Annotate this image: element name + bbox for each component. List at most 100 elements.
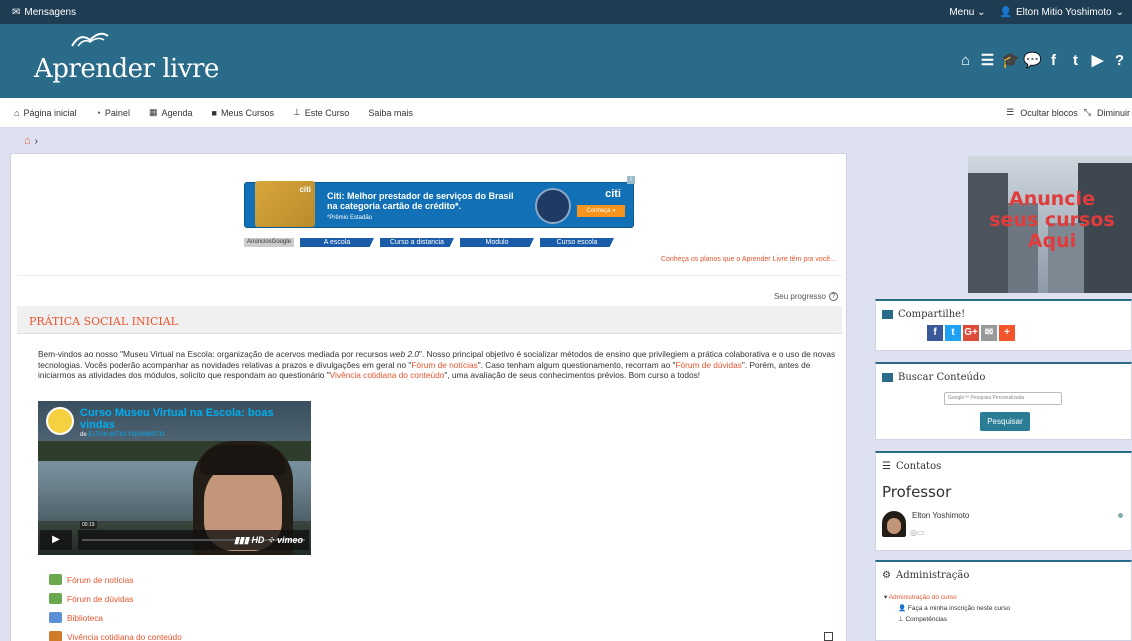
search-block-icon (882, 373, 893, 382)
list-item[interactable]: Vivência cotidiana do conteúdo (49, 631, 182, 641)
enrol-link[interactable]: Faça a minha inscrição neste curso (908, 605, 1010, 612)
list-item[interactable]: Fórum de dúvidas (49, 593, 182, 604)
ad-link-tab[interactable]: Modulo (460, 238, 535, 247)
vimeo-brand[interactable]: ▮▮▮ HD ⁘ vimeo (234, 535, 303, 546)
help-icon[interactable]: ? (1111, 52, 1128, 69)
share-icon (882, 310, 893, 319)
section-header: PRÁTICA SOCIAL INICIAL (17, 306, 842, 334)
site-header: Aprender livre ⌂ ☰ 🎓 💬 f t ▶ ? (0, 24, 1132, 98)
contact-actions-icon[interactable]: ◎▭ (910, 528, 925, 537)
shrink-link[interactable]: Diminuir (1097, 108, 1130, 118)
main-content: citi Citi: Melhor prestador de serviços … (10, 153, 847, 641)
messages-link[interactable]: ✉ Mensagens (12, 7, 76, 18)
competencies-link[interactable]: Competências (905, 616, 947, 623)
advertise-banner[interactable]: Anuncie seus cursos Aqui (968, 156, 1132, 293)
menu-icon: ☰ (882, 461, 891, 472)
google-plus-icon[interactable]: G+ (963, 325, 979, 341)
volume-icon: ▮▮▮ (234, 535, 249, 545)
shrink-icon: ⤡ (1083, 107, 1091, 117)
video-controls: ▶ 00:19 ▮▮▮ HD ⁘ vimeo (40, 521, 309, 551)
block-header: Buscar Conteúdo (876, 364, 1131, 387)
twitter-icon[interactable]: t (945, 325, 961, 341)
calendar-icon: ▦ (148, 107, 158, 117)
avatar[interactable] (882, 511, 906, 537)
search-button[interactable]: Pesquisar (980, 412, 1030, 431)
hide-blocks-icon: ☰ (1006, 107, 1015, 117)
ad-link-tab[interactable]: A escola (300, 238, 375, 247)
ad-block: citi Citi: Melhor prestador de serviços … (17, 162, 842, 276)
credit-card-image: citi (255, 181, 315, 227)
user-menu[interactable]: 👤 Elton Mitio Yoshimoto ⌄ (1000, 7, 1124, 18)
list-item[interactable]: Fórum de notícias (49, 574, 182, 585)
ad-info-icon[interactable]: i (627, 176, 635, 184)
sitemap-icon: ⊥ (292, 107, 301, 117)
google-ad-links: AnúnciosGoogle A escola Curso a distanci… (244, 238, 615, 247)
facebook-icon[interactable]: f (1045, 52, 1062, 69)
video-title[interactable]: Curso Museu Virtual na Escola: boas vind… (80, 407, 305, 431)
envelope-icon: ✉ (12, 6, 21, 18)
citi-ad-banner[interactable]: citi Citi: Melhor prestador de serviços … (244, 176, 635, 228)
forum-questions-link[interactable]: Fórum de dúvidas (675, 360, 741, 370)
nav-learn-more[interactable]: Saiba mais (368, 107, 413, 118)
video-player[interactable]: Curso Museu Virtual na Escola: boas vind… (38, 401, 311, 555)
google-ads-label: AnúnciosGoogle (244, 238, 295, 247)
plans-link[interactable]: Conheça os planos que o Aprender Livre t… (661, 256, 836, 263)
forum-icon (49, 593, 62, 604)
book-wing-icon (71, 32, 109, 47)
search-input[interactable]: Google™ Pesquisa Personalizada (944, 392, 1062, 405)
contact-role: Professor (882, 483, 952, 501)
list-icon[interactable]: ☰ (979, 52, 996, 69)
channel-avatar[interactable] (46, 407, 74, 435)
user-name: Elton Mitio Yoshimoto (1015, 6, 1112, 18)
youtube-icon[interactable]: ▶ (1089, 52, 1106, 69)
chevron-down-icon: ⌄ (1115, 6, 1124, 18)
messages-label: Mensagens (24, 6, 77, 18)
home-icon[interactable]: ⌂ (957, 52, 974, 69)
nav-my-courses[interactable]: ■ Meus Cursos (212, 107, 274, 118)
graduation-icon[interactable]: 🎓 (1001, 52, 1020, 69)
nav-dashboard[interactable]: ◔ Painel (95, 107, 129, 118)
block-header: Compartilhe! (876, 301, 1131, 324)
contacts-block: ☰ Contatos Professor Elton Yoshimoto ◎▭ (875, 451, 1132, 551)
award-seal-icon (535, 188, 571, 224)
logo-text: Aprender livre (34, 54, 219, 84)
top-bar: ✉ Mensagens Menu ⌄ 👤 Elton Mitio Yoshimo… (0, 0, 1132, 24)
breadcrumb-separator: › (34, 135, 38, 147)
email-icon[interactable]: ✉ (981, 325, 997, 341)
course-admin-link[interactable]: Administração do curso (889, 594, 957, 601)
forum-news-link[interactable]: Fórum de notícias (411, 360, 477, 370)
forum-icon (49, 574, 62, 585)
nav-home[interactable]: ⌂ Página inicial (14, 107, 76, 118)
search-block: Buscar Conteúdo Google™ Pesquisa Persona… (875, 362, 1132, 440)
admin-block: ⚙ Administração ▾ Administração do curso … (875, 560, 1132, 641)
completion-checkbox[interactable] (824, 632, 833, 641)
home-icon[interactable]: ⌂ (24, 135, 31, 147)
nav-bar: ⌂ Página inicial ◔ Painel ▦ Agenda ■ Meus Cu… (0, 98, 1132, 128)
ad-link-tab[interactable]: Curso escola (540, 238, 615, 247)
ad-link-tab[interactable]: Curso a distancia (380, 238, 455, 247)
contact-name[interactable]: Elton Yoshimoto (912, 511, 969, 520)
facebook-icon[interactable]: f (927, 325, 943, 341)
video-progress-bar[interactable]: 00:19 ▮▮▮ HD ⁘ vimeo (78, 521, 309, 550)
chat-icon[interactable]: 💬 (1023, 52, 1042, 69)
nav-calendar[interactable]: ▦ Agenda (149, 107, 193, 118)
video-time: 00:19 (80, 521, 97, 529)
ad-text: Citi: Melhor prestador de serviços do Br… (327, 191, 514, 221)
ad-cta-button[interactable]: Conheça » (577, 205, 625, 217)
quiz-link[interactable]: Vivência cotidiana do conteúdo (330, 370, 445, 380)
menu-dropdown[interactable]: Menu ⌄ (949, 7, 985, 18)
folder-icon (49, 612, 62, 623)
play-icon[interactable]: ▶ (40, 530, 72, 550)
block-header: ⚙ Administração (882, 570, 970, 581)
intro-text: Bem-vindos ao nosso "Museu Virtual na Es… (38, 349, 836, 381)
breadcrumb: ⌂ › (0, 133, 1132, 149)
gears-icon: ⚙ (882, 570, 891, 581)
hide-blocks-link[interactable]: Ocultar blocos (1020, 108, 1078, 118)
section-title: PRÁTICA SOCIAL INICIAL (29, 315, 178, 328)
twitter-icon[interactable]: t (1067, 52, 1084, 69)
list-item[interactable]: Biblioteca (49, 612, 182, 623)
nav-this-course[interactable]: ⊥ Este Curso (293, 107, 349, 118)
citi-logo: citi (605, 188, 621, 200)
add-more-icon[interactable]: + (999, 325, 1015, 341)
help-icon[interactable]: ? (829, 292, 838, 301)
